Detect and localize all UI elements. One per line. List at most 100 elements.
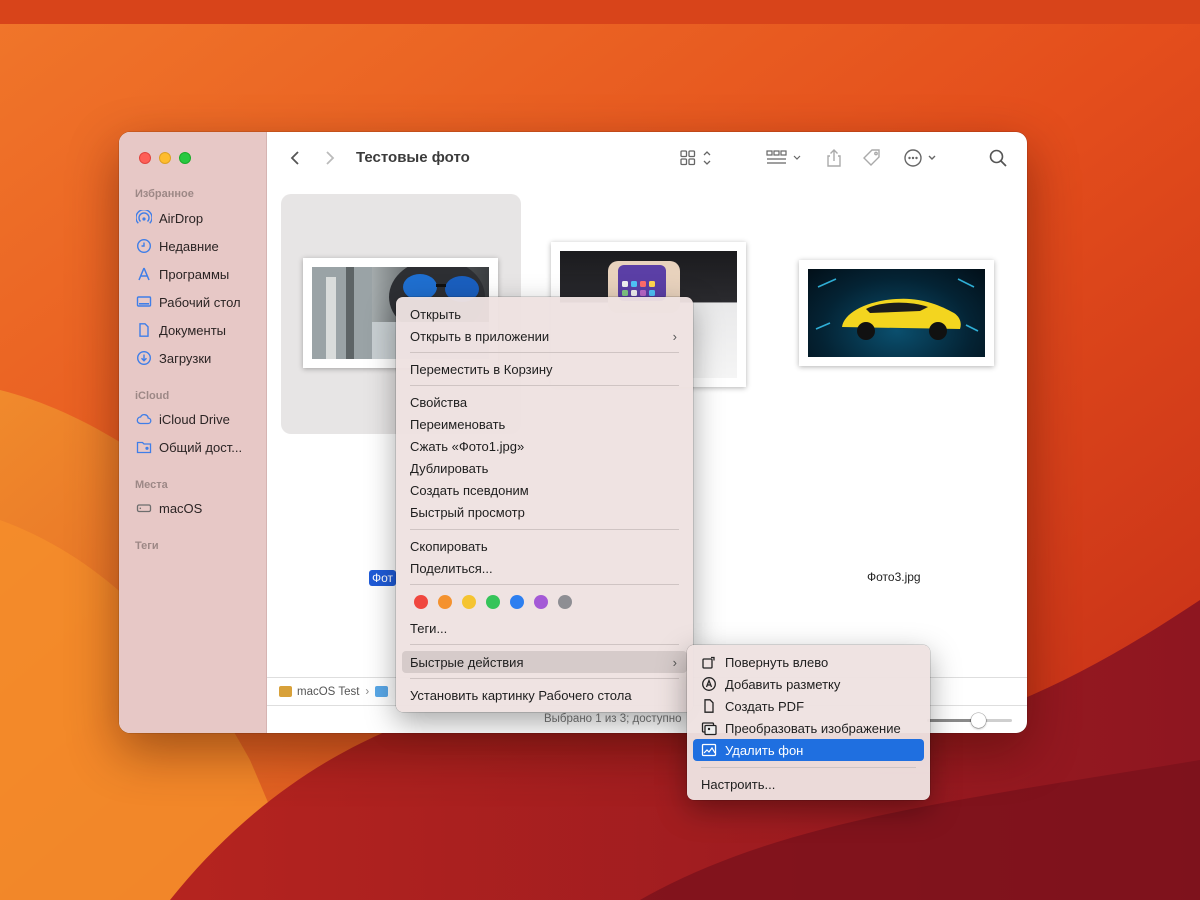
pdf-icon — [701, 698, 717, 714]
tag-color-dot[interactable] — [462, 595, 476, 609]
traffic-lights — [139, 152, 191, 164]
menu-item-remove-background[interactable]: Удалить фон — [693, 739, 924, 761]
menu-item-tags[interactable]: Теги... — [402, 617, 687, 639]
menu-separator — [410, 584, 679, 585]
menu-item-set-desktop-picture[interactable]: Установить картинку Рабочего стола — [402, 684, 687, 706]
menu-item-get-info[interactable]: Свойства — [402, 391, 687, 413]
forward-button[interactable] — [320, 146, 340, 170]
icon-size-slider[interactable] — [927, 713, 1012, 728]
search-icon — [989, 149, 1007, 167]
menu-item-copy[interactable]: Скопировать — [402, 535, 687, 557]
sidebar-section-locations: Места — [135, 479, 168, 491]
menu-item-convert-image[interactable]: Преобразовать изображение — [693, 717, 924, 739]
tag-color-dot[interactable] — [558, 595, 572, 609]
path-item[interactable]: macOS Test — [297, 686, 359, 698]
sidebar: Избранное AirDrop Недавние Программы Раб… — [119, 132, 267, 733]
group-button[interactable] — [764, 146, 804, 170]
menu-item-label: Теги... — [410, 620, 448, 636]
tag-color-dot[interactable] — [414, 595, 428, 609]
sidebar-item-airdrop[interactable]: AirDrop — [135, 207, 203, 229]
menu-item-rename[interactable]: Переименовать — [402, 413, 687, 435]
menu-item-create-pdf[interactable]: Создать PDF — [693, 695, 924, 717]
tag-button[interactable] — [861, 146, 883, 170]
sidebar-item-label: Рабочий стол — [159, 294, 241, 310]
menu-item-move-to-trash[interactable]: Переместить в Корзину — [402, 358, 687, 380]
sidebar-item-label: macOS — [159, 500, 203, 516]
menu-separator — [410, 678, 679, 679]
sidebar-item-label: Программы — [159, 266, 230, 282]
tag-color-dot[interactable] — [534, 595, 548, 609]
menu-separator — [410, 644, 679, 645]
menu-item-compress[interactable]: Сжать «Фото1.jpg» — [402, 435, 687, 457]
chevron-right-icon — [326, 151, 335, 165]
share-icon — [827, 149, 841, 167]
menu-item-duplicate[interactable]: Дублировать — [402, 457, 687, 479]
menu-item-label: Свойства — [410, 394, 468, 410]
sidebar-item-applications[interactable]: Программы — [135, 263, 229, 285]
menu-item-label: Создать псевдоним — [410, 482, 529, 498]
airdrop-icon — [135, 209, 153, 227]
minimize-button[interactable] — [159, 152, 171, 164]
view-mode-button[interactable] — [677, 146, 717, 170]
toolbar: Тестовые фото — [267, 132, 1027, 184]
sidebar-item-macos[interactable]: macOS — [135, 497, 202, 519]
more-actions-button[interactable] — [902, 146, 942, 170]
menu-item-make-alias[interactable]: Создать псевдоним — [402, 479, 687, 501]
sidebar-item-label: Загрузки — [159, 350, 212, 366]
menu-separator — [410, 529, 679, 530]
menu-item-markup[interactable]: Добавить разметку — [693, 673, 924, 695]
tag-color-dot[interactable] — [486, 595, 500, 609]
file-thumbnail-3[interactable] — [799, 260, 994, 366]
slider-knob[interactable] — [971, 713, 986, 728]
menu-item-label: Быстрые действия — [410, 654, 524, 670]
sidebar-item-label: AirDrop — [159, 210, 204, 226]
sidebar-item-documents[interactable]: Документы — [135, 319, 226, 341]
tag-colors-row — [414, 595, 572, 609]
sidebar-item-recents[interactable]: Недавние — [135, 235, 219, 257]
zoom-button[interactable] — [179, 152, 191, 164]
menu-item-customize[interactable]: Настроить... — [693, 773, 924, 795]
menu-item-label: Сжать «Фото1.jpg» — [410, 438, 525, 454]
chevron-left-icon — [290, 151, 299, 165]
document-icon — [135, 321, 153, 339]
menu-item-share[interactable]: Поделиться... — [402, 557, 687, 579]
menu-item-label: Добавить разметку — [725, 676, 841, 692]
sidebar-item-icloud-drive[interactable]: iCloud Drive — [135, 408, 230, 430]
sidebar-item-shared[interactable]: Общий дост... — [135, 436, 242, 458]
menu-item-label: Удалить фон — [725, 742, 804, 758]
search-button[interactable] — [987, 146, 1009, 170]
menu-item-label: Установить картинку Рабочего стола — [410, 687, 632, 703]
sidebar-item-desktop[interactable]: Рабочий стол — [135, 291, 241, 313]
menu-item-quick-actions[interactable]: Быстрые действия › — [402, 651, 687, 673]
sidebar-section-icloud: iCloud — [135, 390, 170, 402]
menu-item-open[interactable]: Открыть — [402, 303, 687, 325]
folder-icon — [375, 686, 389, 697]
desktop-icon — [135, 293, 153, 311]
menu-separator — [410, 352, 679, 353]
menu-item-label: Повернуть влево — [725, 654, 829, 670]
file-label-1[interactable]: Фот — [369, 570, 397, 586]
menu-item-rotate-left[interactable]: Повернуть влево — [693, 651, 924, 673]
menu-item-open-with[interactable]: Открыть в приложении › — [402, 325, 687, 347]
window-title: Тестовые фото — [356, 149, 470, 166]
markup-icon — [701, 676, 717, 692]
menu-separator — [701, 767, 916, 768]
menu-item-label: Поделиться... — [410, 560, 493, 576]
back-button[interactable] — [285, 146, 305, 170]
quick-actions-submenu: Повернуть влево Добавить разметку Создат… — [687, 645, 930, 800]
context-menu: Открыть Открыть в приложении › Переместит… — [396, 297, 693, 712]
file-label-3[interactable]: Фото3.jpg — [867, 570, 921, 584]
tag-color-dot[interactable] — [438, 595, 452, 609]
sidebar-item-label: Общий дост... — [159, 439, 243, 455]
download-icon — [135, 349, 153, 367]
sidebar-section-tags: Теги — [135, 540, 159, 552]
share-button[interactable] — [823, 146, 845, 170]
path-separator: › — [365, 685, 370, 698]
tag-color-dot[interactable] — [510, 595, 524, 609]
close-button[interactable] — [139, 152, 151, 164]
menu-item-label: Переименовать — [410, 416, 506, 432]
menu-item-quick-look[interactable]: Быстрый просмотр — [402, 501, 687, 523]
tag-icon — [863, 149, 880, 166]
menu-item-label: Скопировать — [410, 538, 488, 554]
sidebar-item-downloads[interactable]: Загрузки — [135, 347, 211, 369]
